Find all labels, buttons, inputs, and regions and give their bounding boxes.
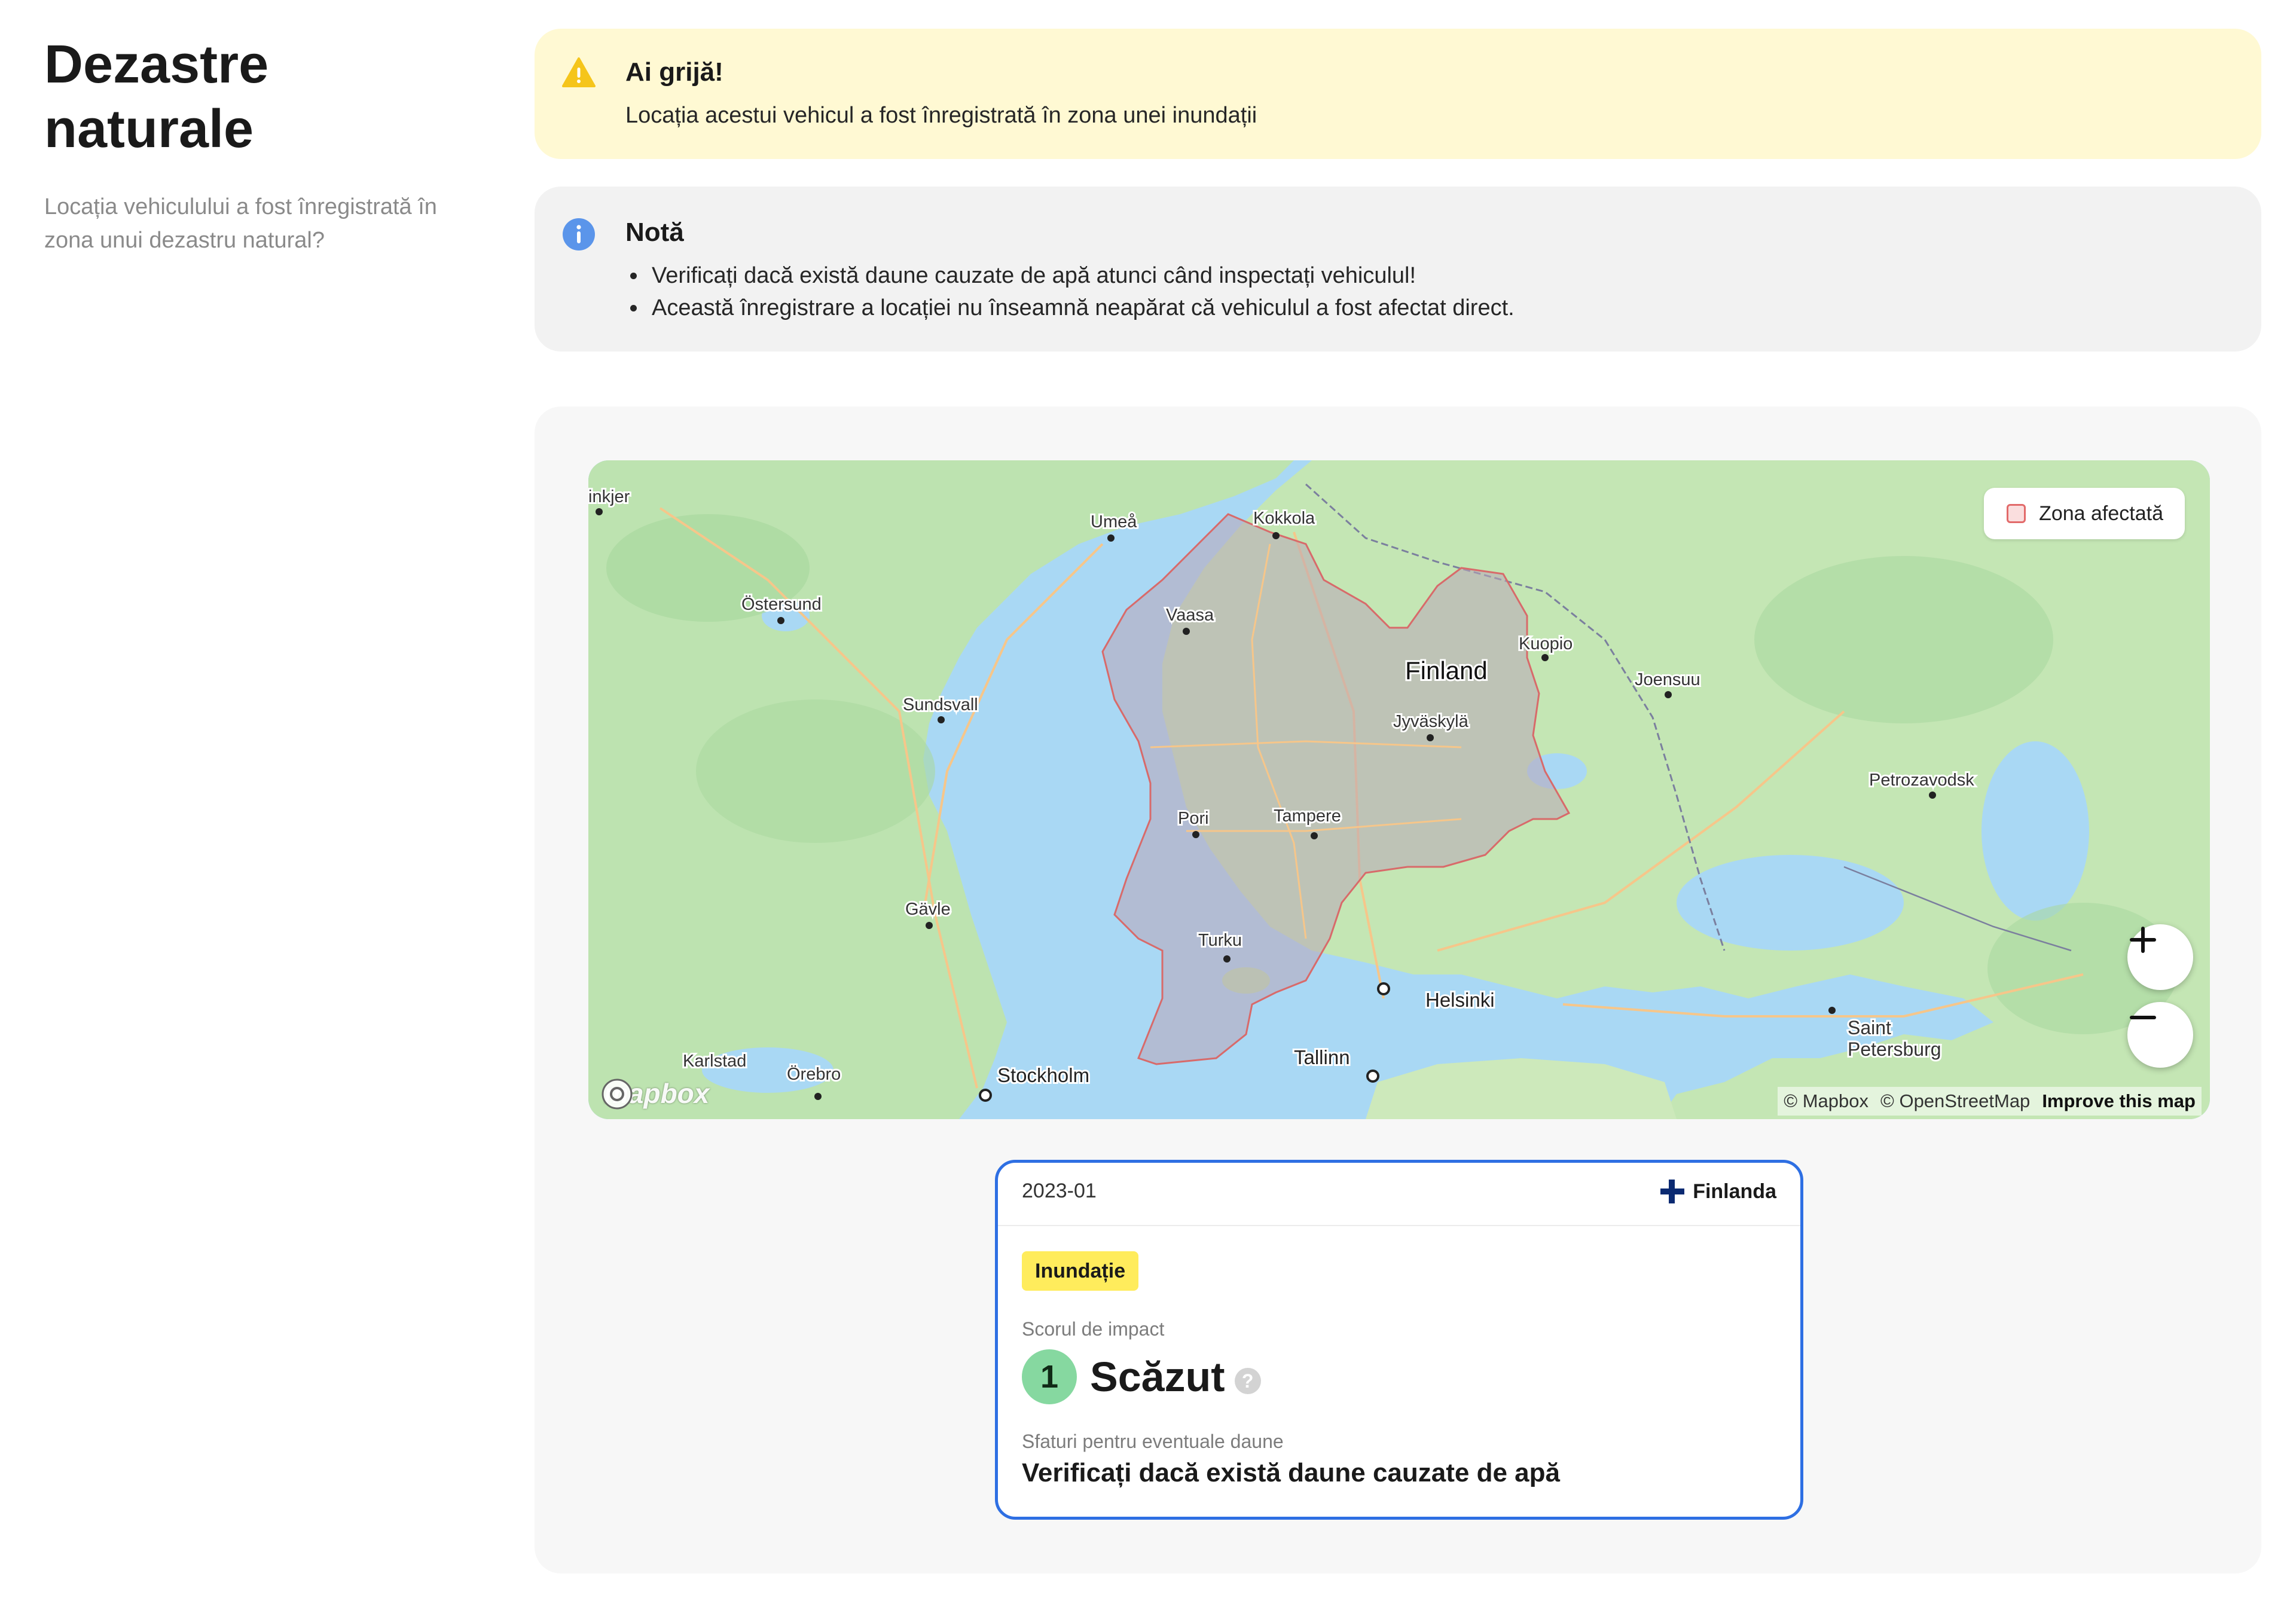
city-label: Helsinki: [1425, 989, 1495, 1011]
advice-text: Verificați dacă există daune cauzate de …: [1022, 1458, 1560, 1487]
impact-score: 1 Scăzut ?: [1022, 1349, 1261, 1404]
finland-flag-icon: [1660, 1180, 1685, 1203]
minus-icon: [2130, 1016, 2156, 1019]
city-label: Pori: [1178, 809, 1209, 828]
mapbox-logo[interactable]: mapbox: [600, 1077, 709, 1110]
city-label: Karlstad: [683, 1052, 746, 1071]
mapbox-logo-icon: [602, 1078, 633, 1110]
warning-text: Locația acestui vehicul a fost înregistr…: [625, 103, 1257, 128]
attribution-mapbox-link[interactable]: © Mapbox: [1784, 1087, 1868, 1116]
warning-alert: Ai grijă! Locația acestui vehicul a fost…: [535, 29, 2261, 159]
city-label: Petersburg: [1848, 1038, 1941, 1060]
map-legend: Zona afectată: [1984, 488, 2185, 539]
warning-title: Ai grijă!: [625, 57, 723, 87]
city-label: Saint: [1848, 1017, 1891, 1038]
city-label: Turku: [1198, 931, 1242, 950]
disaster-map[interactable]: inkjer Umeå Kokkola Östersund Vaasa Kuop…: [588, 460, 2210, 1119]
event-type-badge: Inundație: [1022, 1251, 1139, 1291]
improve-map-link[interactable]: Improve this map: [2042, 1087, 2196, 1116]
page-title: Dezastre naturale: [44, 35, 269, 159]
city-label: Örebro: [787, 1065, 841, 1084]
city-label: Vaasa: [1166, 606, 1214, 625]
city-label: Petrozavodsk: [1869, 771, 1974, 790]
advice-label: Sfaturi pentru eventuale daune: [1022, 1431, 1284, 1452]
city-label: Östersund: [741, 595, 822, 614]
city-label: Tampere: [1274, 806, 1341, 826]
city-label: Stockholm: [997, 1064, 1089, 1086]
city-label: Tallinn: [1294, 1046, 1350, 1068]
section-header: Dezastre naturale Locația vehiculului a …: [44, 32, 475, 257]
city-label: inkjer: [588, 487, 630, 506]
map-attribution: © Mapbox © OpenStreetMap Improve this ma…: [1778, 1087, 2202, 1116]
attribution-osm-link[interactable]: © OpenStreetMap: [1880, 1087, 2030, 1116]
note-list: Verificați dacă există daune cauzate de …: [625, 259, 1515, 324]
country-label: Finland: [1405, 656, 1488, 685]
map-canvas[interactable]: inkjer Umeå Kokkola Östersund Vaasa Kuop…: [588, 460, 2210, 1119]
disaster-event-card[interactable]: 2023-01 Finlanda Inundație Scorul de imp…: [995, 1160, 1803, 1520]
page-subtitle: Locația vehiculului a fost înregistrată …: [44, 194, 437, 253]
warning-triangle-icon: [562, 57, 596, 87]
note-item: Verificați dacă există daune cauzate de …: [625, 259, 1515, 292]
plus-icon: [2130, 927, 2156, 953]
city-label: Gävle: [905, 900, 951, 919]
map-panel: inkjer Umeå Kokkola Östersund Vaasa Kuop…: [535, 407, 2261, 1573]
note-title: Notă: [625, 218, 684, 247]
city-label: Kokkola: [1253, 509, 1315, 528]
note-alert: Notă Verificați dacă există daune cauzat…: [535, 187, 2261, 352]
impact-score-value: 1: [1022, 1349, 1077, 1404]
city-label: Kuopio: [1519, 634, 1573, 653]
card-header: 2023-01 Finlanda: [998, 1163, 1800, 1226]
note-item: Această înregistrare a locației nu însea…: [625, 292, 1515, 324]
zoom-out-button[interactable]: [2127, 1002, 2193, 1068]
city-label: Jyväskylä: [1393, 712, 1469, 731]
event-date: 2023-01: [1022, 1180, 1097, 1202]
zoom-in-button[interactable]: [2127, 924, 2193, 990]
impact-score-label: Scorul de impact: [1022, 1318, 1165, 1340]
impact-score-text: Scăzut: [1090, 1353, 1225, 1400]
info-circle-icon: [563, 218, 595, 250]
event-country: Finlanda: [1659, 1178, 1776, 1205]
legend-swatch: [2007, 504, 2026, 523]
city-label: Joensuu: [1635, 670, 1700, 689]
event-country-label: Finlanda: [1693, 1180, 1776, 1203]
legend-label: Zona afectată: [2039, 502, 2163, 525]
help-icon[interactable]: ?: [1234, 1368, 1261, 1394]
city-label: Umeå: [1091, 512, 1137, 531]
city-label: Sundsvall: [903, 695, 978, 714]
